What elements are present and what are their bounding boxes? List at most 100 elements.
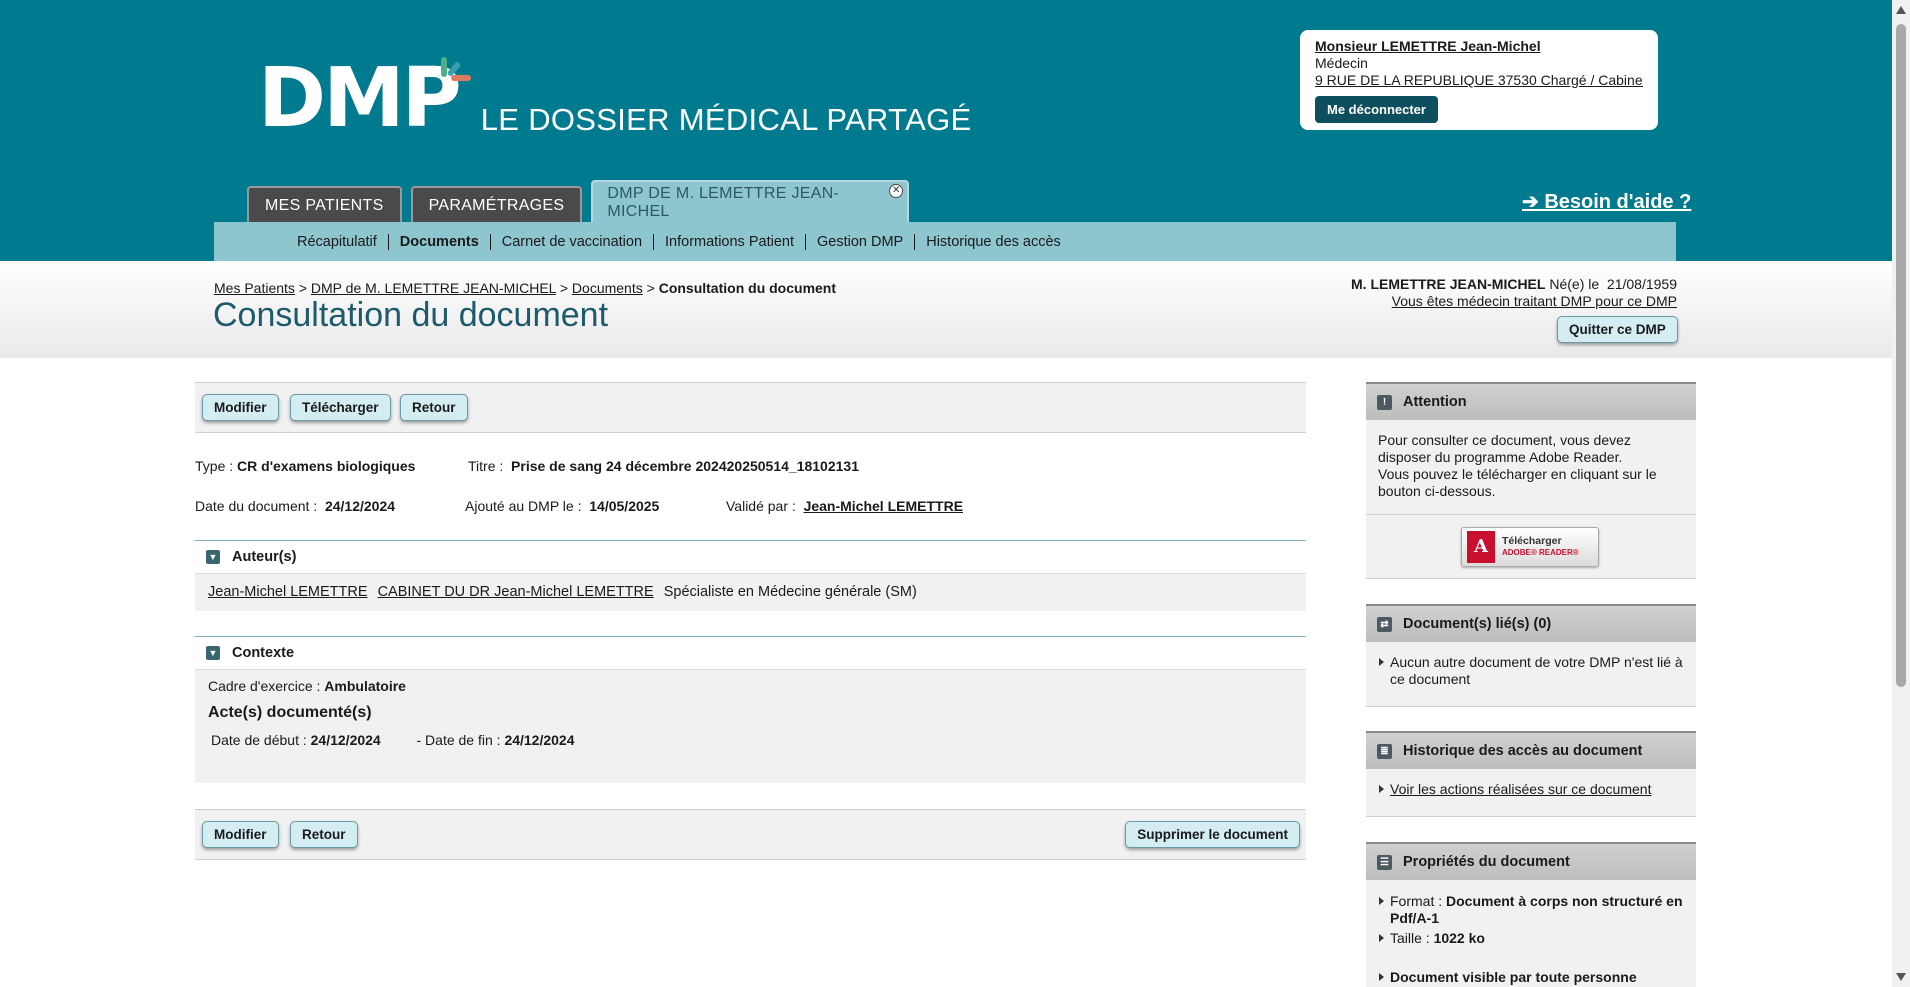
download-button[interactable]: Télécharger bbox=[290, 394, 391, 421]
delete-document-button[interactable]: Supprimer le document bbox=[1125, 821, 1300, 848]
medecin-traitant-link[interactable]: Vous êtes médecin traitant DMP pour ce D… bbox=[1392, 293, 1677, 309]
logo-accent-icon bbox=[441, 57, 471, 81]
access-history-header: ≣ Historique des accès au document bbox=[1366, 731, 1696, 769]
patient-info: M. LEMETTRE JEAN-MICHEL Né(e) le 21/08/1… bbox=[1351, 276, 1677, 310]
collapse-chevron-icon[interactable]: ▼ bbox=[206, 646, 220, 660]
linked-documents-header: ⇄ Document(s) lié(s) (0) bbox=[1366, 604, 1696, 642]
doc-title-value: Prise de sang 24 décembre 202420250514_1… bbox=[511, 458, 859, 474]
visibility-property: Document visible par toute personne bbox=[1378, 969, 1684, 986]
attention-text-1: Pour consulter ce document, vous devez d… bbox=[1378, 432, 1631, 465]
properties-icon: ☰ bbox=[1377, 854, 1392, 870]
breadcrumb: Mes Patients > DMP de M. LEMETTRE JEAN-M… bbox=[214, 280, 836, 296]
size-property: Taille : 1022 ko bbox=[1378, 930, 1684, 947]
doc-title: Titre : Prise de sang 24 décembre 202420… bbox=[468, 458, 859, 474]
scroll-down-arrow-icon[interactable] bbox=[1896, 973, 1906, 981]
breadcrumb-documents[interactable]: Documents bbox=[572, 280, 643, 296]
start-date-value: 24/12/2024 bbox=[310, 732, 381, 748]
sub-navigation: Récapitulatif Documents Carnet de vaccin… bbox=[214, 222, 1676, 261]
breadcrumb-sep: > bbox=[559, 280, 569, 296]
back-button-bottom[interactable]: Retour bbox=[290, 821, 358, 848]
subnav-recapitulatif[interactable]: Récapitulatif bbox=[286, 233, 389, 250]
document-properties-panel: ☰ Propriétés du document Format : Docume… bbox=[1366, 842, 1696, 987]
breadcrumb-sep: > bbox=[646, 280, 655, 296]
breadcrumb-sep: > bbox=[298, 280, 308, 296]
breadcrumb-current: Consultation du document bbox=[658, 280, 837, 296]
tab-dmp-patient[interactable]: DMP DE M. LEMETTRE JEAN-MICHEL ✕ bbox=[591, 180, 910, 224]
logo-dmp-text: DMP bbox=[258, 51, 462, 146]
end-date-label: - Date de fin : bbox=[416, 732, 501, 748]
logo-tagline: LE DOSSIER MÉDICAL PARTAGÉ bbox=[480, 102, 972, 137]
doc-date-label: Date du document : bbox=[195, 498, 318, 514]
help-link[interactable]: ➔ Besoin d'aide ? bbox=[1522, 189, 1691, 214]
collapse-chevron-icon[interactable]: ▼ bbox=[206, 550, 220, 564]
subnav-informations-patient[interactable]: Informations Patient bbox=[654, 233, 806, 250]
doc-added-label: Ajouté au DMP le : bbox=[465, 498, 582, 514]
top-toolbar: Modifier Télécharger Retour bbox=[195, 382, 1306, 433]
document-properties-title: Propriétés du document bbox=[1403, 854, 1570, 870]
doc-title-label: Titre : bbox=[468, 458, 504, 474]
subnav-gestion-dmp[interactable]: Gestion DMP bbox=[806, 233, 916, 250]
attention-title: Attention bbox=[1403, 394, 1467, 410]
linked-documents-title: Document(s) lié(s) (0) bbox=[1403, 616, 1552, 632]
author-org-link[interactable]: CABINET DU DR Jean-Michel LEMETTRE bbox=[378, 584, 654, 600]
doc-added: Ajouté au DMP le : 14/05/2025 bbox=[465, 498, 659, 514]
doc-type-value: CR d'examens biologiques bbox=[237, 458, 416, 474]
modify-button[interactable]: Modifier bbox=[202, 394, 279, 421]
user-name-link[interactable]: Monsieur LEMETTRE Jean-Michel bbox=[1315, 38, 1541, 54]
user-address-link[interactable]: 9 RUE DE LA REPUBLIQUE 37530 Chargé / Ca… bbox=[1315, 72, 1643, 89]
quit-dmp-button[interactable]: Quitter ce DMP bbox=[1557, 316, 1678, 343]
adobe-download-label: Télécharger bbox=[1502, 535, 1562, 547]
doc-validated-label: Validé par : bbox=[726, 498, 796, 514]
tab-parametrages[interactable]: PARAMÉTRAGES bbox=[410, 186, 583, 224]
subnav-historique-acces[interactable]: Historique des accès bbox=[915, 234, 1072, 250]
cadre-label: Cadre d'exercice : bbox=[208, 678, 321, 694]
adobe-reader-download-button[interactable]: A Télécharger ADOBE® READER® bbox=[1461, 527, 1599, 567]
close-icon[interactable]: ✕ bbox=[889, 184, 904, 198]
doc-added-value: 14/05/2025 bbox=[589, 498, 660, 514]
doc-type-label: Type : bbox=[195, 458, 234, 474]
linked-documents-item: Aucun autre document de votre DMP n'est … bbox=[1378, 654, 1684, 688]
patient-name: M. LEMETTRE JEAN-MICHEL bbox=[1351, 276, 1546, 292]
main-tabs: MES PATIENTS PARAMÉTRAGES DMP DE M. LEME… bbox=[247, 180, 918, 224]
attention-text-2: Vous pouvez le télécharger en cliquant s… bbox=[1378, 466, 1657, 499]
linked-documents-icon: ⇄ bbox=[1377, 616, 1392, 632]
authors-section: ▼ Auteur(s) Jean-Michel LEMETTRE CABINET… bbox=[195, 540, 1306, 611]
scroll-up-arrow-icon[interactable] bbox=[1896, 6, 1906, 14]
subnav-documents[interactable]: Documents bbox=[389, 233, 491, 250]
doc-validated-link[interactable]: Jean-Michel LEMETTRE bbox=[804, 498, 963, 514]
access-history-title: Historique des accès au document bbox=[1403, 743, 1643, 759]
dmp-logo[interactable]: DMP LE DOSSIER MÉDICAL PARTAGÉ bbox=[258, 51, 972, 146]
logout-button[interactable]: Me déconnecter bbox=[1315, 96, 1438, 123]
adobe-pdf-icon: A bbox=[1467, 531, 1495, 563]
actes-title: Acte(s) documenté(s) bbox=[208, 704, 372, 721]
doc-date: Date du document : 24/12/2024 bbox=[195, 498, 395, 514]
patient-born-label: Né(e) le bbox=[1549, 276, 1600, 292]
breadcrumb-mes-patients[interactable]: Mes Patients bbox=[214, 280, 295, 296]
back-button[interactable]: Retour bbox=[400, 394, 468, 421]
modify-button-bottom[interactable]: Modifier bbox=[202, 821, 279, 848]
access-history-link[interactable]: Voir les actions réalisées sur ce docume… bbox=[1390, 781, 1651, 797]
cadre-value: Ambulatoire bbox=[324, 678, 406, 694]
tab-dmp-patient-label: DMP DE M. LEMETTRE JEAN-MICHEL bbox=[607, 185, 840, 220]
author-specialty: Spécialiste en Médecine générale (SM) bbox=[663, 584, 917, 600]
scrollbar-thumb[interactable] bbox=[1896, 24, 1906, 687]
history-icon: ≣ bbox=[1377, 743, 1392, 759]
size-label: Taille : bbox=[1390, 930, 1430, 946]
warning-icon: ! bbox=[1377, 394, 1392, 410]
user-role: Médecin bbox=[1315, 55, 1368, 71]
adobe-reader-label: ADOBE® READER® bbox=[1502, 548, 1579, 557]
breadcrumb-dmp[interactable]: DMP de M. LEMETTRE JEAN-MICHEL bbox=[311, 280, 556, 296]
tab-mes-patients[interactable]: MES PATIENTS bbox=[247, 186, 402, 224]
vertical-scrollbar[interactable] bbox=[1892, 0, 1910, 987]
document-properties-header: ☰ Propriétés du document bbox=[1366, 842, 1696, 880]
bottom-toolbar: Modifier Retour Supprimer le document bbox=[195, 809, 1306, 860]
size-value: 1022 ko bbox=[1433, 930, 1485, 946]
author-person-link[interactable]: Jean-Michel LEMETTRE bbox=[208, 584, 368, 600]
context-section: ▼ Contexte Cadre d'exercice : Ambulatoir… bbox=[195, 636, 1306, 783]
subnav-carnet-vaccination[interactable]: Carnet de vaccination bbox=[491, 233, 655, 250]
format-label: Format : bbox=[1390, 893, 1443, 909]
doc-date-value: 24/12/2024 bbox=[324, 498, 396, 514]
context-header[interactable]: ▼ Contexte bbox=[195, 637, 1306, 670]
format-property: Format : Document à corps non structuré … bbox=[1378, 893, 1684, 927]
authors-header[interactable]: ▼ Auteur(s) bbox=[195, 541, 1306, 574]
